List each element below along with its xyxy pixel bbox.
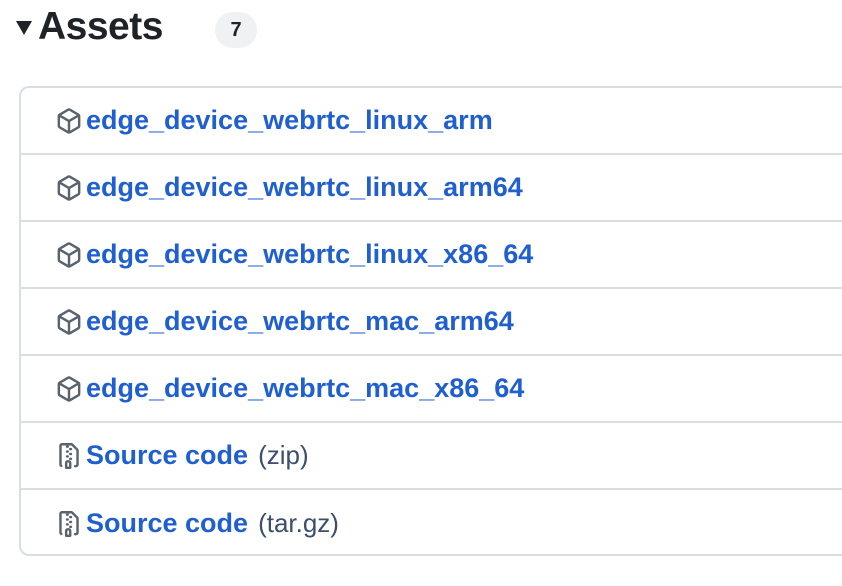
caret-down-icon xyxy=(16,21,32,35)
asset-row: Source code (tar.gz) xyxy=(21,490,842,554)
file-zip-icon xyxy=(55,442,83,470)
assets-count-badge: 7 xyxy=(215,12,257,48)
package-icon xyxy=(55,308,83,336)
package-icon xyxy=(55,241,83,269)
asset-link[interactable]: edge_device_webrtc_mac_x86_64 xyxy=(86,373,524,404)
asset-link[interactable]: edge_device_webrtc_mac_arm64 xyxy=(86,306,514,337)
asset-format: (zip) xyxy=(258,440,309,470)
asset-row: edge_device_webrtc_mac_arm64 xyxy=(21,289,842,356)
assets-list: edge_device_webrtc_linux_arm edge_device… xyxy=(19,86,842,556)
assets-header: Assets xyxy=(16,2,163,52)
asset-row: edge_device_webrtc_linux_arm xyxy=(21,88,842,155)
asset-link[interactable]: edge_device_webrtc_linux_arm64 xyxy=(86,172,523,203)
asset-row: edge_device_webrtc_linux_arm64 xyxy=(21,155,842,222)
assets-toggle[interactable]: Assets xyxy=(16,5,163,49)
asset-format: (tar.gz) xyxy=(258,508,339,538)
file-zip-icon xyxy=(55,510,83,538)
package-icon xyxy=(55,375,83,403)
asset-link[interactable]: edge_device_webrtc_linux_arm xyxy=(86,105,493,136)
package-icon xyxy=(55,107,83,135)
package-icon xyxy=(55,174,83,202)
asset-row: edge_device_webrtc_linux_x86_64 xyxy=(21,222,842,289)
asset-row: edge_device_webrtc_mac_x86_64 xyxy=(21,356,842,423)
assets-title: Assets xyxy=(38,5,163,48)
asset-link[interactable]: edge_device_webrtc_linux_x86_64 xyxy=(86,239,533,270)
asset-link[interactable]: Source code xyxy=(86,508,248,539)
asset-row: Source code (zip) xyxy=(21,423,842,490)
asset-link[interactable]: Source code xyxy=(86,440,248,471)
